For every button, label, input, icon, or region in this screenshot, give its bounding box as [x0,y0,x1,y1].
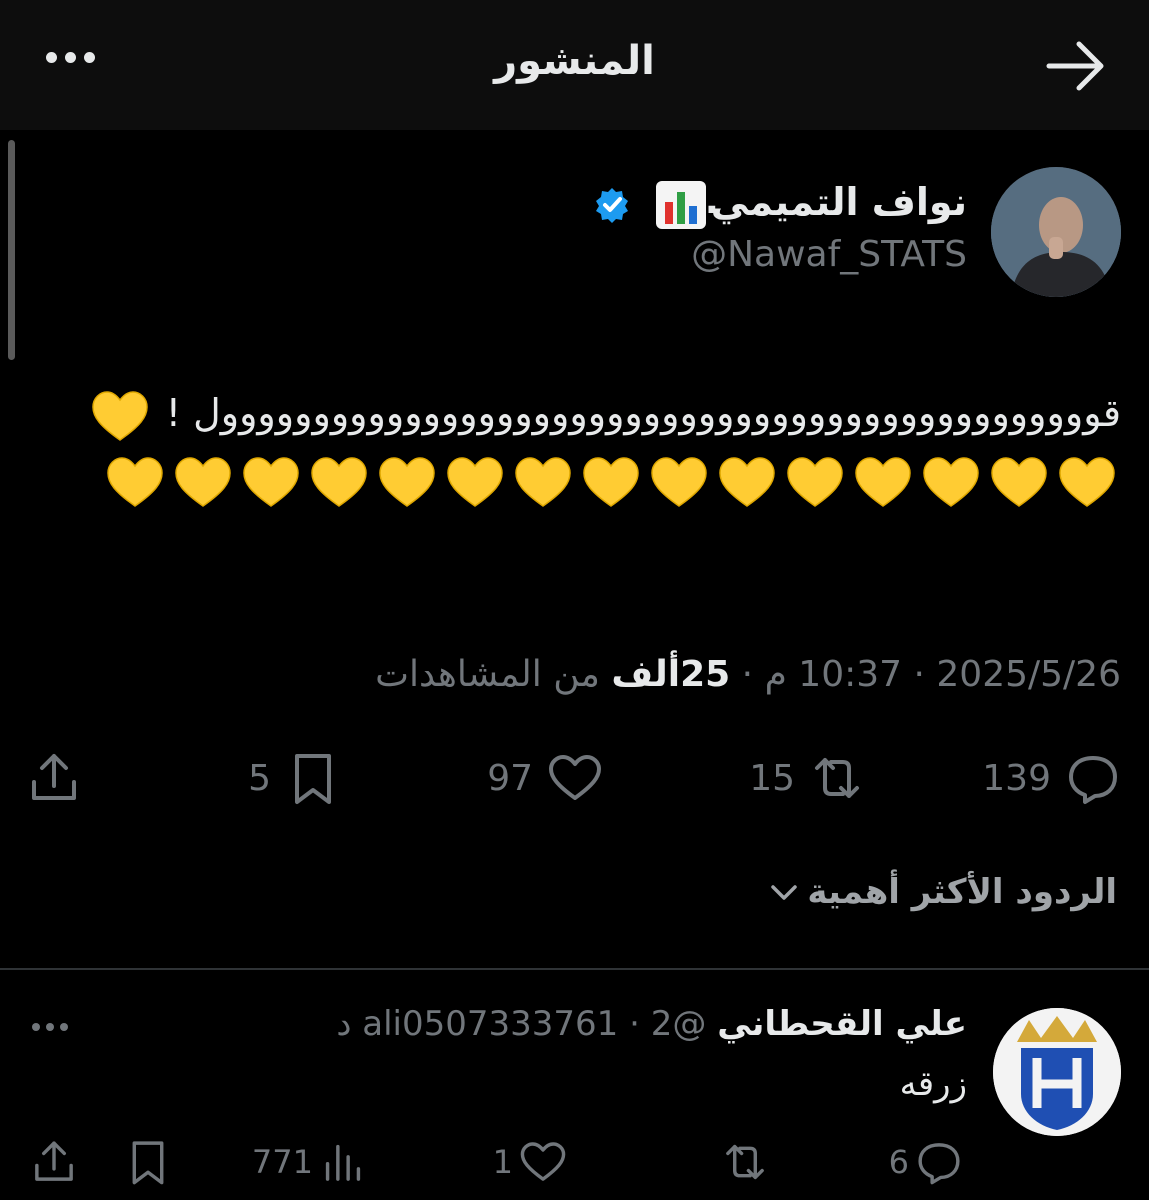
yellow-heart-emoji-icon [311,456,367,507]
scrollbar[interactable] [8,140,15,360]
reply-separator: · [629,1004,640,1044]
more-dot [84,52,95,63]
yellow-heart-emoji-icon [379,456,435,507]
post-text-body: قووووووووووووووووووووووووووووووووووووووو… [165,391,1121,435]
verified-badge-icon [593,186,631,224]
meta-separator: · [913,654,925,695]
reply-author-name[interactable]: علي القحطاني [717,1004,967,1044]
yellow-heart-emoji-icon [515,456,571,507]
more-dots-icon [32,1023,40,1031]
yellow-heart-emoji-icon [719,456,775,507]
stats-emoji-icon [655,180,707,230]
views-chart-icon [325,1144,361,1181]
views-label: من المشاهدات [375,654,600,695]
chevron-down-icon [771,885,798,900]
more-dots-icon [46,52,57,63]
more-dot [46,1023,54,1031]
reply-reply-count: 6 [888,1143,909,1181]
post-time: 10:37 م [764,654,903,695]
like-count: 97 [487,757,533,799]
post-date: 2025/5/26 [936,654,1121,695]
share-icon [32,754,76,800]
club-logo-image [993,1008,1121,1136]
bookmark-icon [132,1141,164,1185]
reply-like-count: 1 [492,1143,513,1181]
replies-sort-label: الردود الأكثر أهمية [807,872,1117,912]
bookmark-icon [295,754,331,804]
repost-button[interactable]: 15 [749,748,865,808]
heart-outline-icon [520,1142,566,1181]
post-meta: 2025/5/26 · 10:37 م · 25ألف من المشاهدات [375,654,1121,695]
views-count[interactable]: 25ألف [611,654,730,695]
arrow-right-icon [1046,41,1104,91]
yellow-heart-emoji-icon [991,456,1047,507]
author-avatar[interactable] [991,167,1121,297]
yellow-heart-emoji-icon [447,456,503,507]
yellow-heart-emoji-icon [787,456,843,507]
post-text: قووووووووووووووووووووووووووووووووووووووو… [31,380,1121,512]
divider [0,968,1149,970]
bookmark-button[interactable]: 5 [248,748,341,808]
repost-icon [726,1144,764,1180]
yellow-heart-emoji-icon [583,456,639,507]
yellow-heart-emoji-icon [651,456,707,507]
more-options-button[interactable] [46,48,126,84]
reply-text: زرقه [899,1064,967,1104]
avatar-image [991,167,1121,297]
back-button[interactable] [1043,38,1109,94]
author-name-suffix: . [704,178,719,222]
meta-separator: · [741,654,754,695]
replies-sort-dropdown[interactable]: الردود الأكثر أهمية [769,872,1117,912]
reply-icon [1069,756,1117,804]
more-dot [65,52,76,63]
reply-reply-button[interactable]: 6 [889,1136,963,1188]
more-dot [60,1023,68,1031]
yellow-heart-emoji-icon [175,456,231,507]
reply-more-button[interactable] [32,1016,88,1036]
author-name[interactable]: نواف التميمي [711,180,967,224]
share-button[interactable] [26,748,82,808]
reply-count: 139 [982,757,1051,799]
author-handle[interactable]: @Nawaf_STATS [691,234,967,275]
yellow-heart-emoji-icon [923,456,979,507]
reply-button[interactable]: 139 [982,748,1121,808]
reply-header: علي القحطاني @ali0507333761 · 2 د [336,1004,967,1044]
reply-share-button[interactable] [30,1136,78,1188]
page-title: المنشور [494,38,655,84]
reply-views-count: 771 [251,1143,313,1181]
reply-views-button[interactable]: 771 [252,1136,367,1188]
yellow-heart-emoji-icon [107,456,163,507]
reply-like-button[interactable]: 1 [493,1136,567,1188]
yellow-heart-emoji-icon [243,456,299,507]
repost-count: 15 [749,757,795,799]
bookmark-count: 5 [248,757,271,799]
heart-outline-icon [549,755,601,800]
reply-icon [918,1143,960,1185]
repost-icon [815,758,859,798]
reply-author-avatar[interactable] [993,1008,1121,1136]
yellow-heart-emoji-icon [855,456,911,507]
reply-repost-button[interactable] [721,1136,769,1188]
reply-bookmark-button[interactable] [124,1136,172,1188]
author-name-text: نواف التميمي [710,180,967,224]
yellow-heart-emoji-icon [1059,456,1115,507]
yellow-heart-emoji-icon [91,390,148,441]
share-icon [35,1141,73,1181]
like-button[interactable]: 97 [487,748,603,808]
